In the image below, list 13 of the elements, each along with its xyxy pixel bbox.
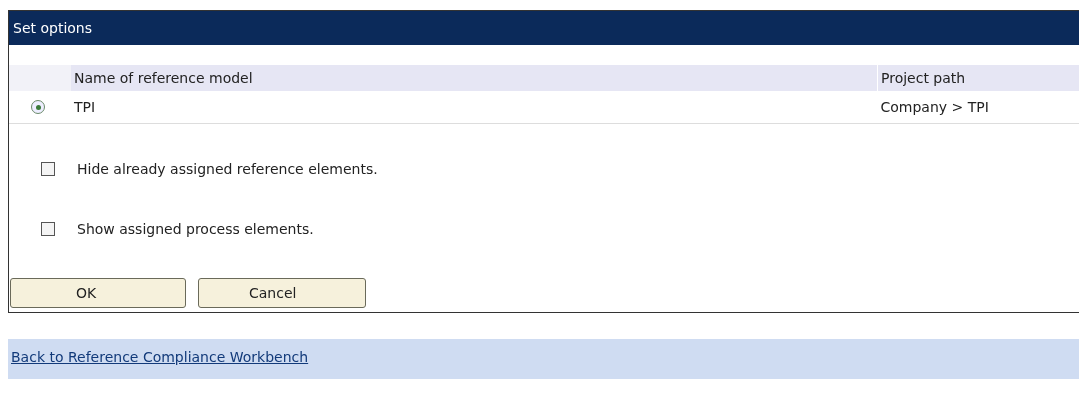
- checkbox-label: Show assigned process elements.: [77, 221, 314, 237]
- table-cell: TPI: [74, 99, 96, 115]
- radio-button[interactable]: [31, 100, 45, 114]
- checkbox[interactable]: [41, 222, 55, 236]
- cancel-button[interactable]: Cancel: [198, 278, 366, 308]
- column-header: Project path: [877, 65, 1079, 91]
- table-cell: Company > TPI: [880, 99, 989, 115]
- ok-button[interactable]: OK: [10, 278, 186, 308]
- column-header: Name of reference model: [71, 65, 878, 91]
- back-link[interactable]: Back to Reference Compliance Workbench: [11, 349, 309, 365]
- checkbox-label: Hide already assigned reference elements.: [77, 161, 378, 177]
- checkbox[interactable]: [41, 162, 55, 176]
- panel-title: Set options: [9, 11, 1079, 45]
